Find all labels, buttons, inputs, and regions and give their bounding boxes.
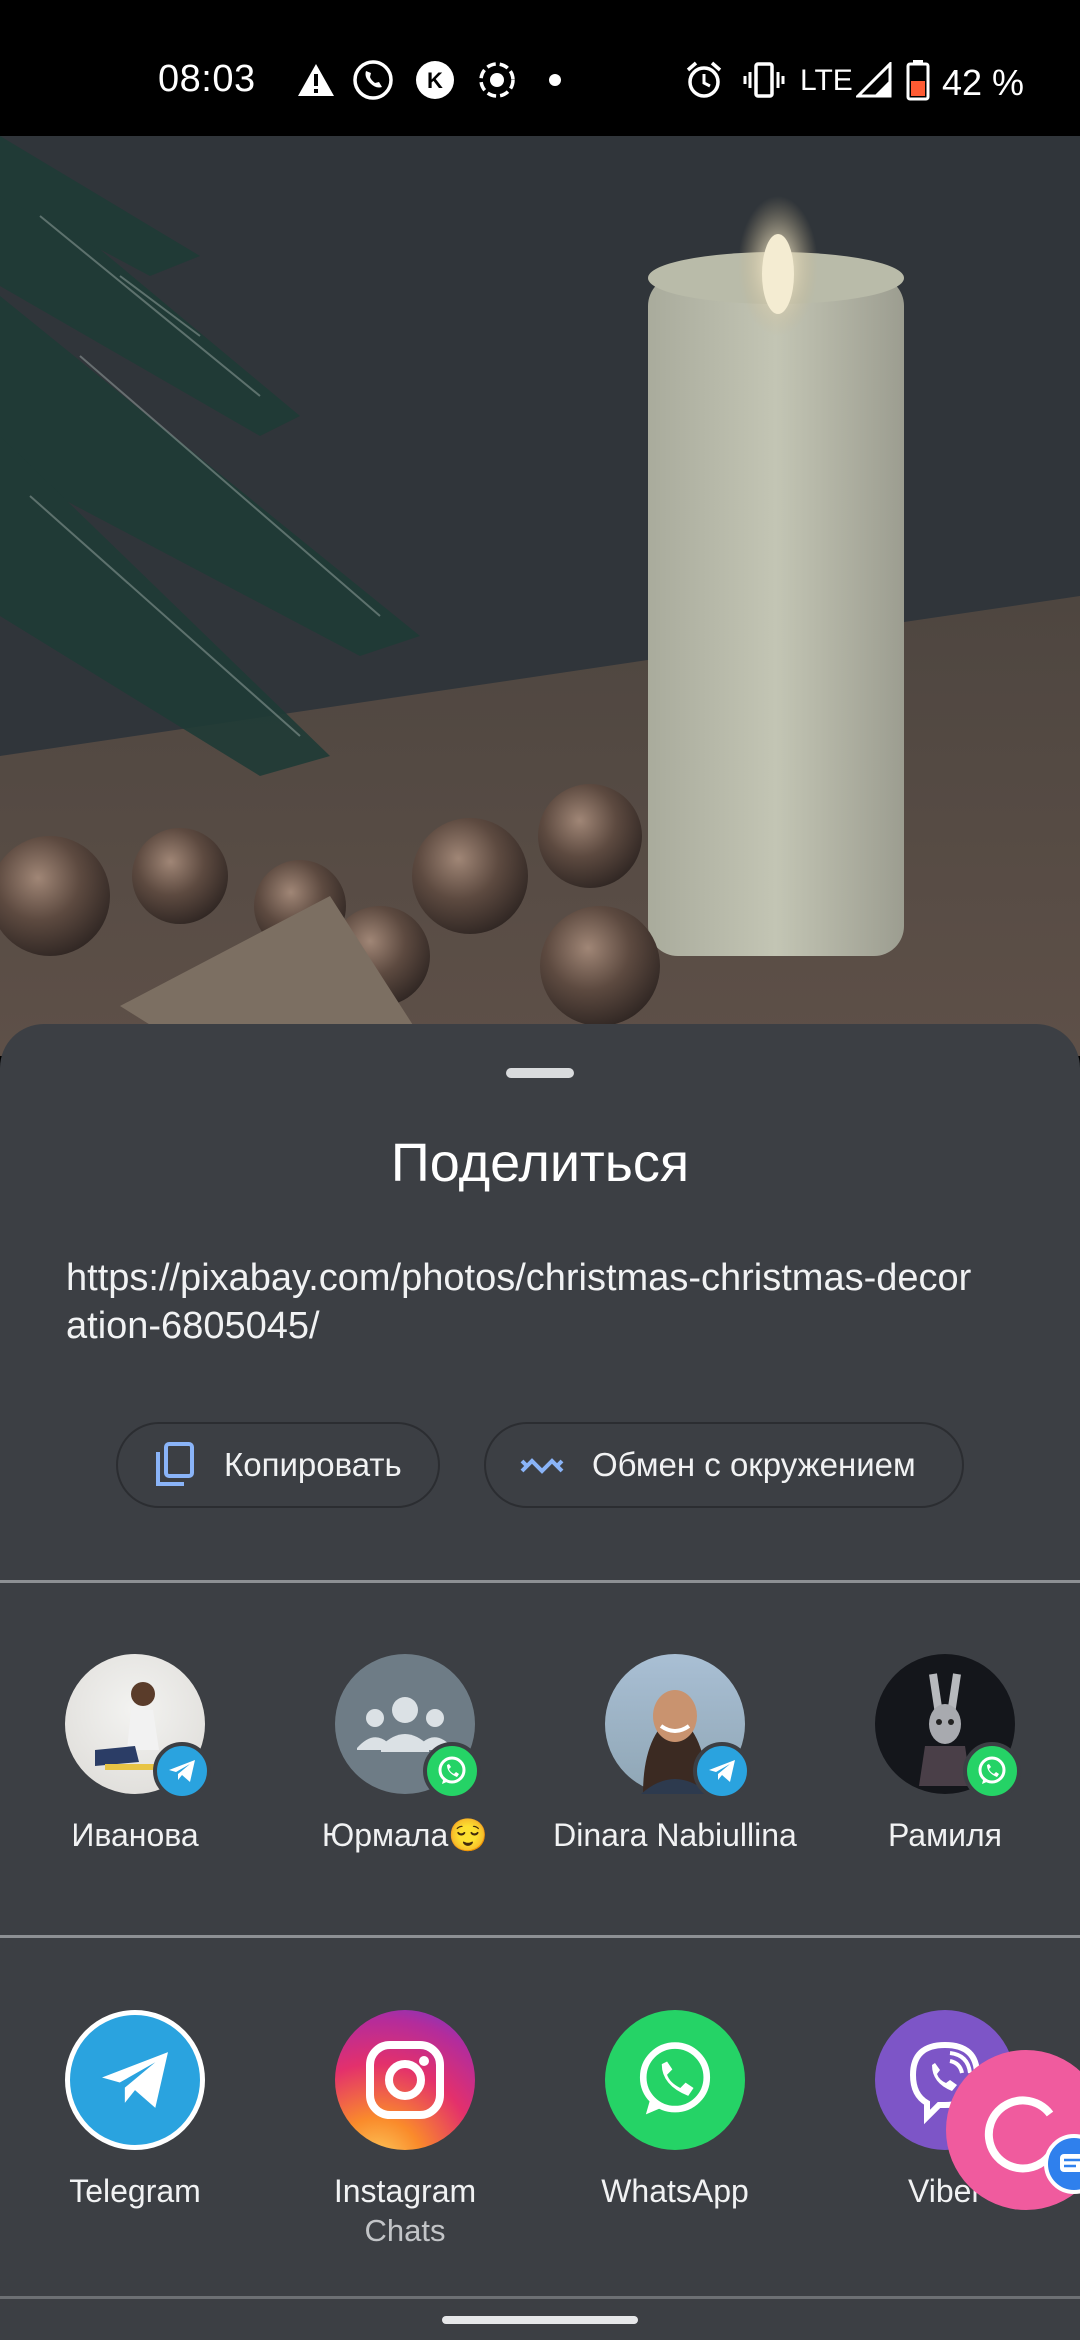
status-bar: 08:03 K LTE 42 % xyxy=(0,0,1080,136)
avatar xyxy=(605,1654,751,1800)
whatsapp-icon xyxy=(605,2010,745,2150)
instagram-icon xyxy=(335,2010,475,2150)
telegram-icon xyxy=(65,2010,205,2150)
divider xyxy=(0,1580,1080,1583)
screen-record-icon xyxy=(476,60,518,100)
whatsapp-badge-icon xyxy=(963,1742,1021,1800)
sheet-title: Поделиться xyxy=(390,1133,690,1193)
app-subtitle: Chats xyxy=(364,2213,446,2248)
dot-icon xyxy=(548,60,562,100)
app-telegram[interactable]: Telegram xyxy=(10,2010,260,2211)
drag-handle[interactable] xyxy=(506,1068,574,1078)
gesture-nav-handle[interactable] xyxy=(442,2316,638,2324)
contact-ivanova[interactable]: Иванова xyxy=(10,1654,260,1855)
nearby-share-icon xyxy=(520,1443,564,1487)
contact-ramilya[interactable]: Рамиля xyxy=(820,1654,1070,1855)
background-photo xyxy=(0,136,1080,1056)
chat-bubble-icon[interactable] xyxy=(1044,2134,1080,2194)
warning-icon xyxy=(296,60,336,100)
contact-name: Юрмала😌 xyxy=(321,1817,489,1853)
svg-text:K: K xyxy=(427,68,443,93)
copy-icon xyxy=(152,1442,196,1487)
contact-name: Иванова xyxy=(71,1817,199,1853)
app-name: Telegram xyxy=(69,2173,201,2209)
contact-name: Dinara Nabiullina xyxy=(553,1817,797,1853)
telegram-badge-icon xyxy=(693,1742,751,1800)
network-type: LTE xyxy=(800,64,853,97)
contact-name: Рамиля xyxy=(888,1817,1002,1853)
group-avatar xyxy=(335,1654,481,1800)
status-time: 08:03 xyxy=(158,58,256,100)
call-icon xyxy=(352,60,394,100)
contact-dinara[interactable]: Dinara Nabiullina xyxy=(550,1654,800,1855)
app-name: Instagram xyxy=(333,2173,477,2209)
alarm-icon xyxy=(684,60,724,100)
whatsapp-badge-icon xyxy=(423,1742,481,1800)
copy-button[interactable]: Копировать xyxy=(116,1422,440,1508)
telegram-badge-icon xyxy=(153,1742,211,1800)
k-app-icon: K xyxy=(414,60,456,100)
avatar xyxy=(875,1654,1021,1800)
app-instagram-chats[interactable]: Instagram Chats xyxy=(280,2010,530,2251)
battery-low-icon xyxy=(906,60,930,101)
divider xyxy=(0,1935,1080,1938)
copy-label: Копировать xyxy=(224,1446,402,1483)
avatar xyxy=(65,1654,211,1800)
app-name: WhatsApp xyxy=(601,2173,749,2209)
signal-icon xyxy=(856,60,892,100)
battery-percent: 42 % xyxy=(942,62,1025,103)
nearby-share-button[interactable]: Обмен с окружением xyxy=(484,1422,964,1508)
vibrate-icon xyxy=(742,60,786,100)
shared-url: https://pixabay.com/photos/christmas-chr… xyxy=(66,1257,972,1347)
contact-jurmala[interactable]: Юрмала😌 xyxy=(280,1654,530,1855)
nearby-share-label: Обмен с окружением xyxy=(592,1446,916,1483)
divider xyxy=(0,2296,1080,2299)
app-whatsapp[interactable]: WhatsApp xyxy=(550,2010,800,2211)
